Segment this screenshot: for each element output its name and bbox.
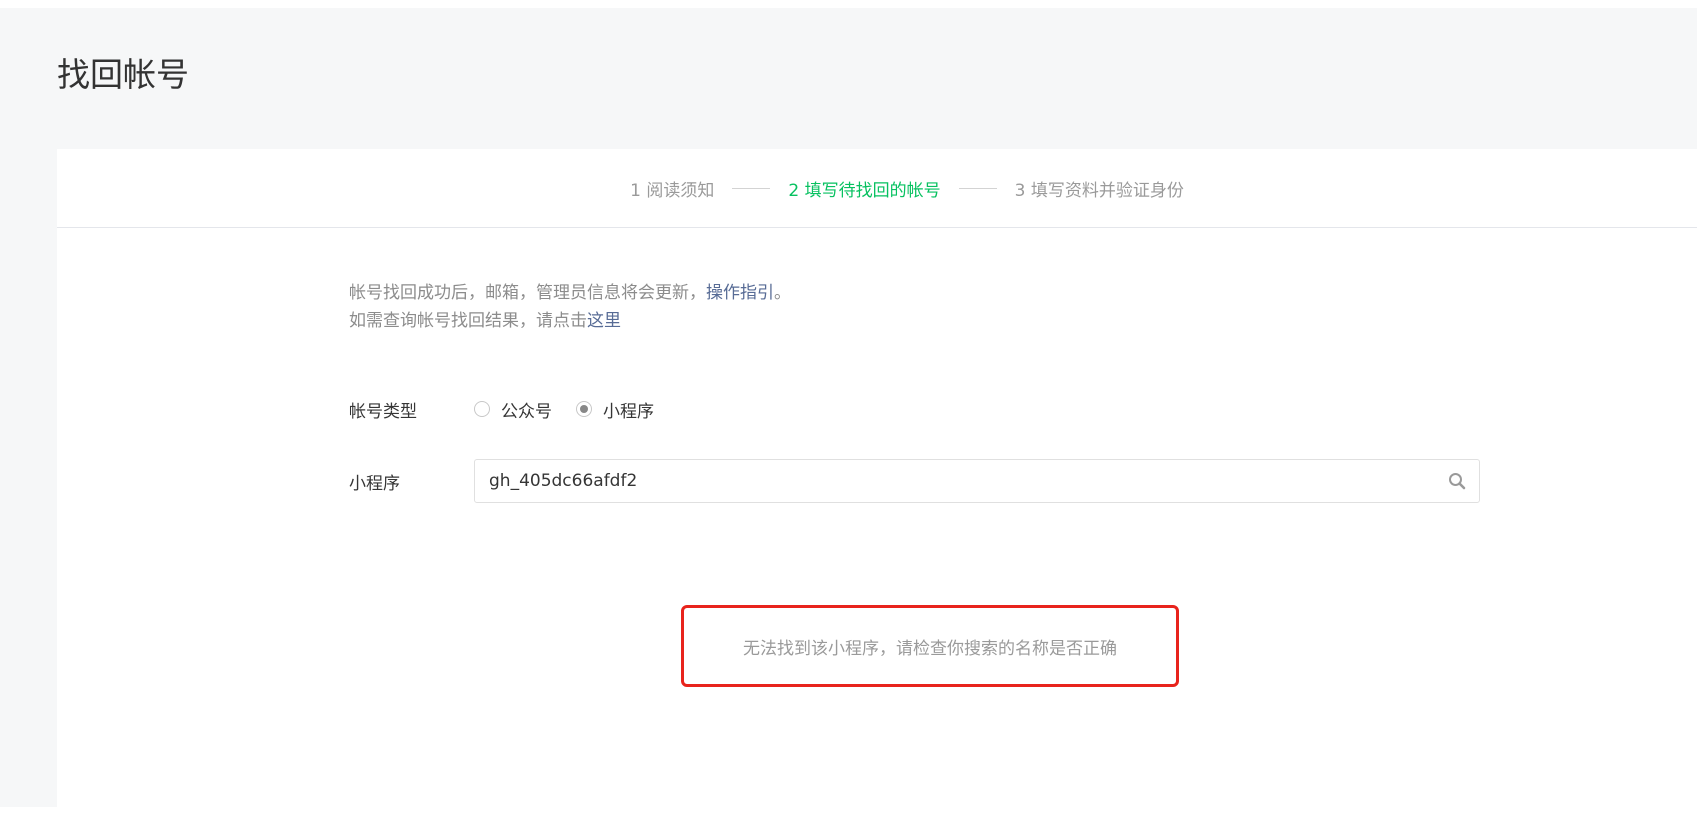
mini-program-search-box <box>474 459 1480 503</box>
notice-text: 帐号找回成功后，邮箱，管理员信息将会更新，操作指引。 如需查询帐号找回结果，请点… <box>349 279 791 335</box>
notice-line-1-end: 。 <box>774 283 791 303</box>
query-result-link[interactable]: 这里 <box>587 311 621 331</box>
mini-program-label: 小程序 <box>349 473 400 494</box>
notice-line-2: 如需查询帐号找回结果，请点击这里 <box>349 307 791 335</box>
account-type-label: 帐号类型 <box>349 401 417 422</box>
step-divider <box>958 187 997 189</box>
radio-mini-program-label: 小程序 <box>603 401 654 422</box>
step-3: 3 填写资料并验证身份 <box>1014 180 1184 201</box>
step-2: 2 填写待找回的帐号 <box>788 180 941 201</box>
radio-checked-icon[interactable] <box>576 401 592 417</box>
radio-official-account[interactable]: 公众号 <box>474 397 552 422</box>
step-1: 1 阅读须知 <box>630 180 715 201</box>
error-message: 无法找到该小程序，请检查你搜索的名称是否正确 <box>743 638 1117 659</box>
guide-link[interactable]: 操作指引 <box>706 283 774 303</box>
radio-official-account-label: 公众号 <box>501 401 552 422</box>
step-indicator: 1 阅读须知 2 填写待找回的帐号 3 填写资料并验证身份 <box>57 149 1697 228</box>
radio-mini-program[interactable]: 小程序 <box>576 397 654 422</box>
mini-program-search-input[interactable] <box>489 471 1447 491</box>
content-card: 1 阅读须知 2 填写待找回的帐号 3 填写资料并验证身份 帐号找回成功后，邮箱… <box>57 149 1697 815</box>
step-divider <box>732 187 771 189</box>
radio-unchecked-icon[interactable] <box>474 401 490 417</box>
account-type-row: 帐号类型 公众号 小程序 <box>349 395 678 423</box>
notice-line-1-text: 帐号找回成功后，邮箱，管理员信息将会更新， <box>349 283 706 303</box>
mini-program-row: 小程序 <box>349 459 1480 503</box>
notice-line-1: 帐号找回成功后，邮箱，管理员信息将会更新，操作指引。 <box>349 279 791 307</box>
page-title: 找回帐号 <box>57 55 189 94</box>
error-message-box: 无法找到该小程序，请检查你搜索的名称是否正确 <box>681 605 1179 687</box>
notice-line-2-text: 如需查询帐号找回结果，请点击 <box>349 311 587 331</box>
search-icon[interactable] <box>1447 471 1467 491</box>
page-background: 找回帐号 1 阅读须知 2 填写待找回的帐号 3 填写资料并验证身份 帐号找回成… <box>0 8 1697 815</box>
